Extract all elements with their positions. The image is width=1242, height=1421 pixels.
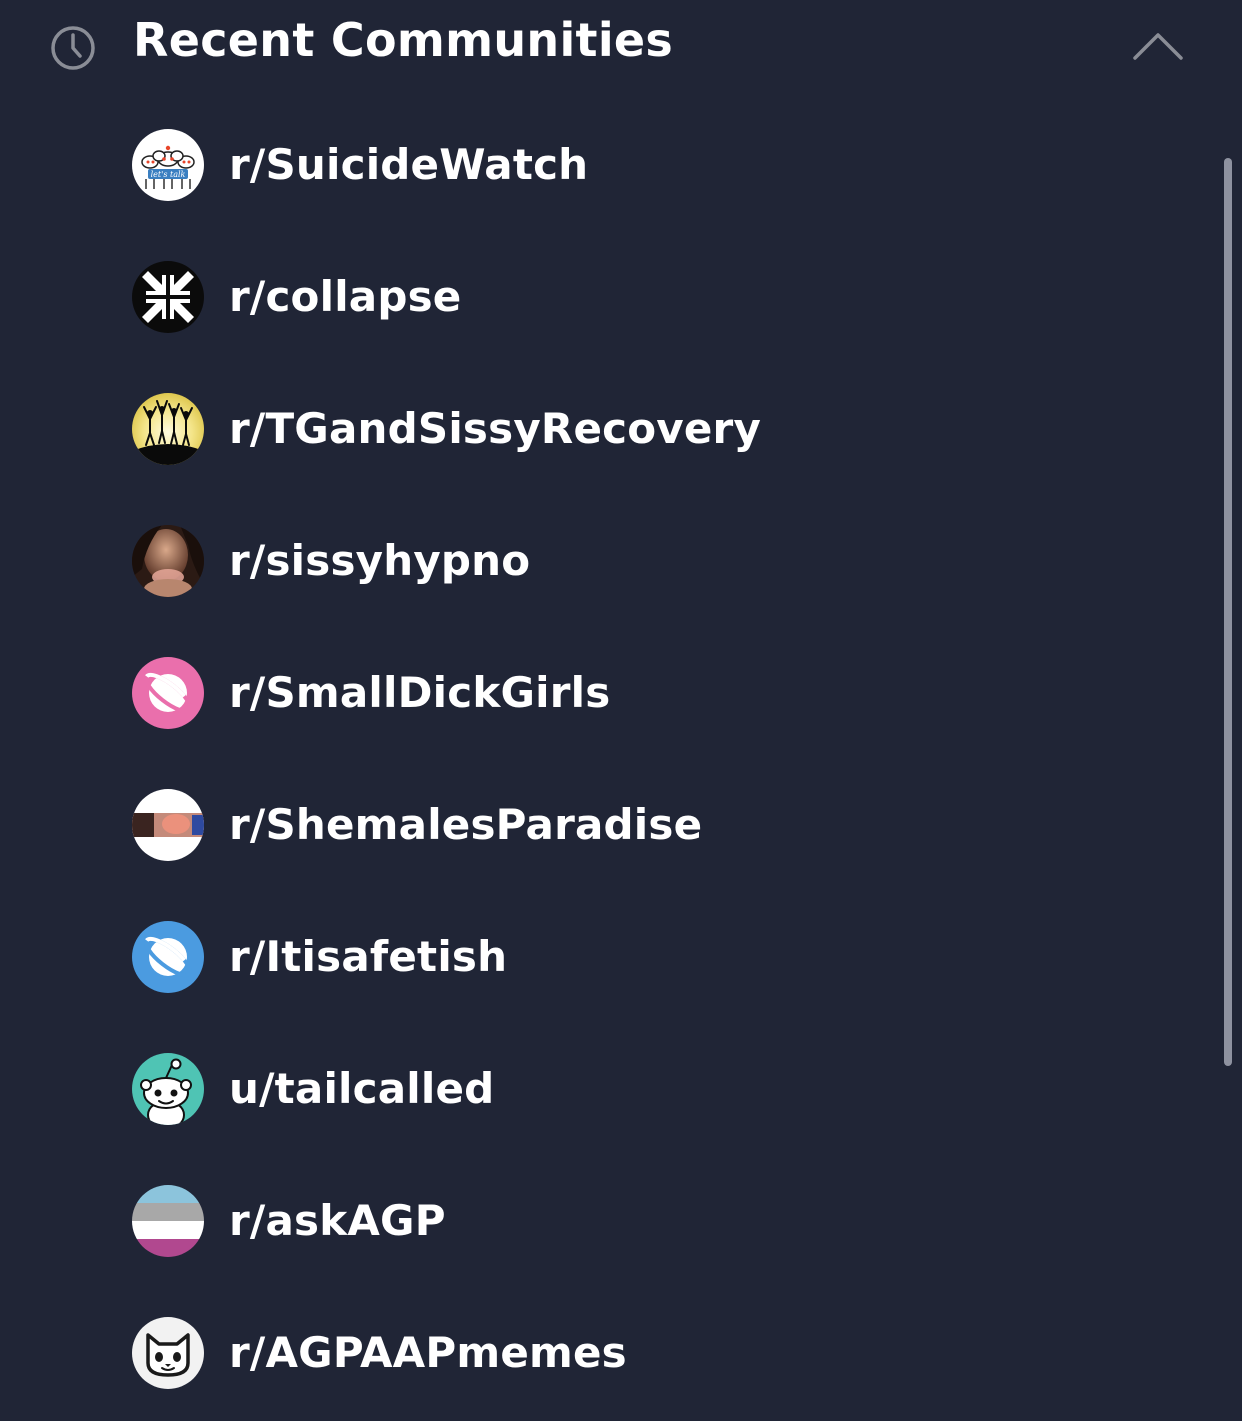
planet-pink-icon	[132, 657, 204, 729]
community-name: r/Itisafetish	[229, 932, 508, 981]
list-item-smalldickgirls[interactable]: r/SmallDickGirls	[120, 638, 1200, 748]
clock-icon	[51, 26, 95, 70]
community-name: r/AGPAAPmemes	[229, 1328, 627, 1377]
list-item-agpaapmemes[interactable]: r/AGPAAPmemes	[120, 1298, 1200, 1408]
list-item-sissyhypno[interactable]: r/sissyhypno	[120, 506, 1200, 616]
snoo-group-lets-talk-icon: let's talk	[132, 129, 204, 201]
community-name: r/collapse	[229, 272, 462, 321]
list-item-askagp[interactable]: r/askAGP	[120, 1166, 1200, 1276]
snoo-teal-icon	[132, 1053, 204, 1125]
scrollbar[interactable]	[1224, 158, 1232, 1066]
community-name: r/sissyhypno	[229, 536, 531, 585]
section-title: Recent Communities	[133, 13, 674, 67]
silhouettes-hilltop-icon	[132, 393, 204, 465]
list-item-suicidewatch[interactable]: let's talk r/SuicideWatch	[120, 110, 1200, 220]
striped-flag-icon	[132, 1185, 204, 1257]
list-item-shemalesparadise[interactable]: r/ShemalesParadise	[120, 770, 1200, 880]
cat-face-icon	[132, 1317, 204, 1389]
list-item-collapse[interactable]: r/collapse	[120, 242, 1200, 352]
community-name: r/askAGP	[229, 1196, 446, 1245]
list-item-tgandsissyrecovery[interactable]: r/TGandSissyRecovery	[120, 374, 1200, 484]
community-name: r/SmallDickGirls	[229, 668, 611, 717]
chevron-up-icon[interactable]	[1130, 26, 1186, 66]
community-name: r/SuicideWatch	[229, 140, 589, 189]
community-name: u/tailcalled	[229, 1064, 495, 1113]
community-name: r/TGandSissyRecovery	[229, 404, 762, 453]
recent-communities-header[interactable]: Recent Communities	[0, 0, 1242, 90]
photo-portrait-icon	[132, 525, 204, 597]
photo-banner-icon	[132, 789, 204, 861]
svg-text:let's talk: let's talk	[151, 170, 186, 179]
collapse-arrows-icon	[132, 261, 204, 333]
community-name: r/ShemalesParadise	[229, 800, 703, 849]
planet-blue-icon	[132, 921, 204, 993]
list-item-tailcalled[interactable]: u/tailcalled	[120, 1034, 1200, 1144]
list-item-itisafetish[interactable]: r/Itisafetish	[120, 902, 1200, 1012]
